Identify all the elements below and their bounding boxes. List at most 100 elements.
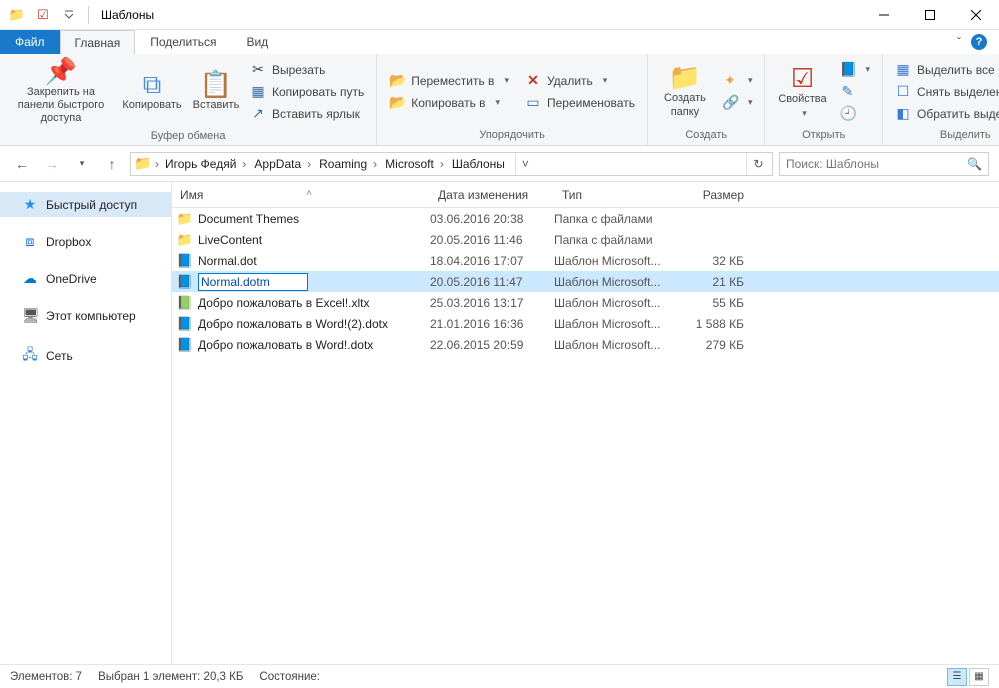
- easy-access-button[interactable]: 🔗: [716, 92, 759, 114]
- properties-qat-icon[interactable]: ☑: [32, 4, 54, 26]
- file-name: LiveContent: [194, 233, 430, 247]
- paste-shortcut-button[interactable]: ↗Вставить ярлык: [244, 103, 370, 125]
- navpane-dropbox[interactable]: ⧈Dropbox: [0, 229, 171, 254]
- new-folder-button[interactable]: 📁 Создать папку: [654, 62, 716, 120]
- paste-button[interactable]: 📋 Вставить: [188, 69, 244, 114]
- help-icon[interactable]: ?: [971, 34, 987, 50]
- file-date: 22.06.2015 20:59: [430, 338, 554, 352]
- word-icon: 📘: [176, 337, 194, 353]
- navpane-network[interactable]: 🖧Сеть: [0, 340, 171, 372]
- select-none-button[interactable]: ☐Снять выделение: [889, 81, 999, 103]
- folder-icon: 📁: [176, 232, 194, 248]
- status-selection: Выбран 1 элемент: 20,3 КБ: [98, 671, 243, 683]
- breadcrumb[interactable]: Шаблоны: [448, 153, 515, 175]
- breadcrumb[interactable]: Microsoft: [381, 153, 448, 175]
- tab-home[interactable]: Главная: [60, 30, 136, 54]
- copy-button[interactable]: ⧉ Копировать: [116, 69, 188, 114]
- search-icon: 🔍: [967, 157, 982, 171]
- column-header-name[interactable]: Имя ˄: [172, 188, 430, 202]
- title-bar: 📁 ☑ Шаблоны: [0, 0, 999, 30]
- cut-button[interactable]: ✂Вырезать: [244, 59, 370, 81]
- file-type: Шаблон Microsoft...: [554, 254, 672, 268]
- open-button[interactable]: 📘: [833, 59, 876, 81]
- file-row[interactable]: 📘Добро пожаловать в Word!.dotx22.06.2015…: [172, 334, 999, 355]
- select-all-button[interactable]: ▦Выделить все: [889, 59, 999, 81]
- search-input[interactable]: [786, 157, 967, 171]
- status-item-count: Элементов: 7: [10, 671, 82, 683]
- folder-icon[interactable]: 📁: [6, 4, 28, 26]
- column-headers: Имя ˄ Дата изменения Тип Размер: [172, 182, 999, 208]
- file-date: 03.06.2016 20:38: [430, 212, 554, 226]
- up-button[interactable]: ↑: [100, 152, 124, 176]
- file-date: 21.01.2016 16:36: [430, 317, 554, 331]
- group-clipboard: 📌 Закрепить на панели быстрого доступа ⧉…: [0, 54, 377, 145]
- qat-dropdown-icon[interactable]: [58, 4, 80, 26]
- rename-button[interactable]: ▭Переименовать: [519, 92, 641, 114]
- file-row[interactable]: 📘Normal.dotm20.05.2016 11:47Шаблон Micro…: [172, 271, 999, 292]
- folder-icon: 📁: [176, 211, 194, 227]
- column-header-size[interactable]: Размер: [672, 188, 752, 202]
- ribbon-collapse-icon[interactable]: ˇ: [957, 35, 961, 49]
- file-size: 55 КБ: [672, 296, 744, 310]
- file-type: Шаблон Microsoft...: [554, 296, 672, 310]
- back-button[interactable]: ←: [10, 152, 34, 176]
- delete-button[interactable]: ✕Удалить: [519, 70, 641, 92]
- rename-input[interactable]: Normal.dotm: [198, 273, 308, 291]
- tab-share[interactable]: Поделиться: [135, 30, 231, 54]
- new-item-icon: ✦: [722, 72, 738, 89]
- move-to-button[interactable]: 📂Переместить в: [383, 70, 515, 92]
- group-organize: 📂Переместить в 📂Копировать в ✕Удалить ▭П…: [377, 54, 648, 145]
- file-row[interactable]: 📁Document Themes03.06.2016 20:38Папка с …: [172, 208, 999, 229]
- file-row[interactable]: 📘Добро пожаловать в Word!(2).dotx21.01.2…: [172, 313, 999, 334]
- group-new: 📁 Создать папку ✦ 🔗 Создать: [648, 54, 766, 145]
- forward-button[interactable]: →: [40, 152, 64, 176]
- column-header-date[interactable]: Дата изменения: [430, 188, 554, 202]
- minimize-button[interactable]: [861, 0, 907, 30]
- navpane-quick-access[interactable]: ★Быстрый доступ: [0, 192, 171, 217]
- properties-button[interactable]: ☑ Свойства: [771, 63, 833, 121]
- monitor-icon: 🖥: [22, 307, 38, 324]
- copy-path-button[interactable]: ▦Копировать путь: [244, 81, 370, 103]
- breadcrumb[interactable]: Roaming: [315, 153, 381, 175]
- file-row[interactable]: 📁LiveContent20.05.2016 11:46Папка с файл…: [172, 229, 999, 250]
- file-type: Папка с файлами: [554, 233, 672, 247]
- file-date: 18.04.2016 17:07: [430, 254, 554, 268]
- navpane-onedrive[interactable]: ☁OneDrive: [0, 266, 171, 291]
- refresh-button[interactable]: ↻: [746, 153, 770, 175]
- paste-label: Вставить: [193, 99, 240, 112]
- search-box[interactable]: 🔍: [779, 152, 989, 176]
- navpane-this-pc[interactable]: 🖥Этот компьютер: [0, 303, 171, 328]
- group-open: ☑ Свойства 📘 ✎ 🕘 Открыть: [765, 54, 883, 145]
- history-button[interactable]: 🕘: [833, 103, 876, 125]
- file-list: Имя ˄ Дата изменения Тип Размер 📁Documen…: [172, 182, 999, 664]
- breadcrumb[interactable]: Игорь Федяй: [161, 153, 250, 175]
- close-button[interactable]: [953, 0, 999, 30]
- breadcrumb[interactable]: AppData: [250, 153, 315, 175]
- pin-label: Закрепить на панели быстрого доступа: [8, 86, 114, 126]
- tab-file[interactable]: Файл: [0, 30, 60, 54]
- thumbnails-view-button[interactable]: ▦: [969, 668, 989, 686]
- maximize-button[interactable]: [907, 0, 953, 30]
- group-organize-label: Упорядочить: [377, 129, 647, 145]
- invert-selection-icon: ◧: [895, 105, 911, 122]
- sort-ascending-icon: ˄: [180, 188, 438, 199]
- file-name: Добро пожаловать в Word!.dotx: [194, 338, 430, 352]
- open-icon: 📘: [839, 61, 855, 78]
- file-name: Добро пожаловать в Word!(2).dotx: [194, 317, 430, 331]
- excel-icon: 📗: [176, 295, 194, 311]
- copy-to-button[interactable]: 📂Копировать в: [383, 92, 515, 114]
- details-view-button[interactable]: ☰: [947, 668, 967, 686]
- file-row[interactable]: 📗Добро пожаловать в Excel!.xltx25.03.201…: [172, 292, 999, 313]
- new-folder-icon: 📁: [669, 64, 701, 90]
- address-dropdown-icon[interactable]: ˅: [515, 153, 535, 175]
- file-size: 1 588 КБ: [672, 317, 744, 331]
- tab-view[interactable]: Вид: [231, 30, 283, 54]
- address-bar[interactable]: 📁 › Игорь Федяй AppData Roaming Microsof…: [130, 152, 773, 176]
- pin-to-quick-access-button[interactable]: 📌 Закрепить на панели быстрого доступа: [6, 56, 116, 128]
- new-item-button[interactable]: ✦: [716, 70, 759, 92]
- invert-selection-button[interactable]: ◧Обратить выделение: [889, 103, 999, 125]
- file-row[interactable]: 📘Normal.dot18.04.2016 17:07Шаблон Micros…: [172, 250, 999, 271]
- column-header-type[interactable]: Тип: [554, 188, 672, 202]
- edit-button[interactable]: ✎: [833, 81, 876, 103]
- recent-locations-button[interactable]: ▾: [70, 152, 94, 176]
